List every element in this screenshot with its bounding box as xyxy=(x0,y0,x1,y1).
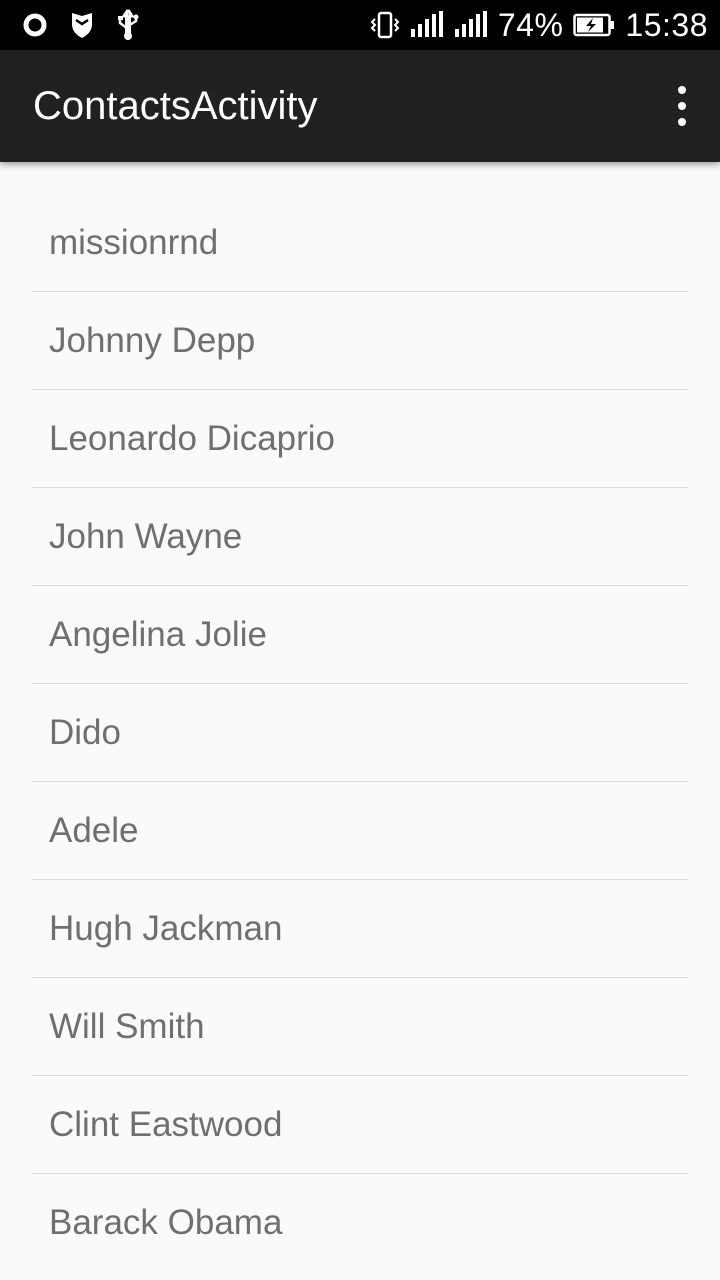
contact-item[interactable]: Adele xyxy=(32,782,688,880)
contact-item[interactable]: Barack Obama xyxy=(32,1174,688,1271)
app-bar: ContactsActivity xyxy=(0,50,720,162)
contact-item[interactable]: Will Smith xyxy=(32,978,688,1076)
contact-item[interactable]: John Wayne xyxy=(32,488,688,586)
overflow-dot xyxy=(678,118,686,126)
status-right-icons: 74% 15:38 xyxy=(370,0,708,50)
vibrate-icon xyxy=(370,11,400,39)
contact-item[interactable]: Dido xyxy=(32,684,688,782)
contact-item[interactable]: Clint Eastwood xyxy=(32,1076,688,1174)
overflow-dot xyxy=(678,102,686,110)
clock: 15:38 xyxy=(625,6,708,43)
app-title: ContactsActivity xyxy=(33,84,318,128)
contact-item[interactable]: Johnny Depp xyxy=(32,292,688,390)
notification-ring-icon xyxy=(23,13,47,37)
signal-icon xyxy=(454,11,487,37)
signal-icon xyxy=(410,11,443,37)
contact-list: missionrnd Johnny Depp Leonardo Dicaprio… xyxy=(32,194,688,1271)
contact-item[interactable]: Hugh Jackman xyxy=(32,880,688,978)
more-vertical-icon[interactable] xyxy=(670,86,694,126)
shield-icon xyxy=(72,13,92,38)
contact-item[interactable]: Angelina Jolie xyxy=(32,586,688,684)
battery-charging-icon xyxy=(573,13,615,37)
overflow-dot xyxy=(678,86,686,94)
status-left-icons xyxy=(22,8,140,42)
battery-percent: 74% xyxy=(497,6,564,43)
contact-item[interactable]: missionrnd xyxy=(32,194,688,292)
status-bar: 74% 15:38 xyxy=(0,0,720,50)
contact-item[interactable]: Leonardo Dicaprio xyxy=(32,390,688,488)
usb-icon xyxy=(118,9,139,40)
